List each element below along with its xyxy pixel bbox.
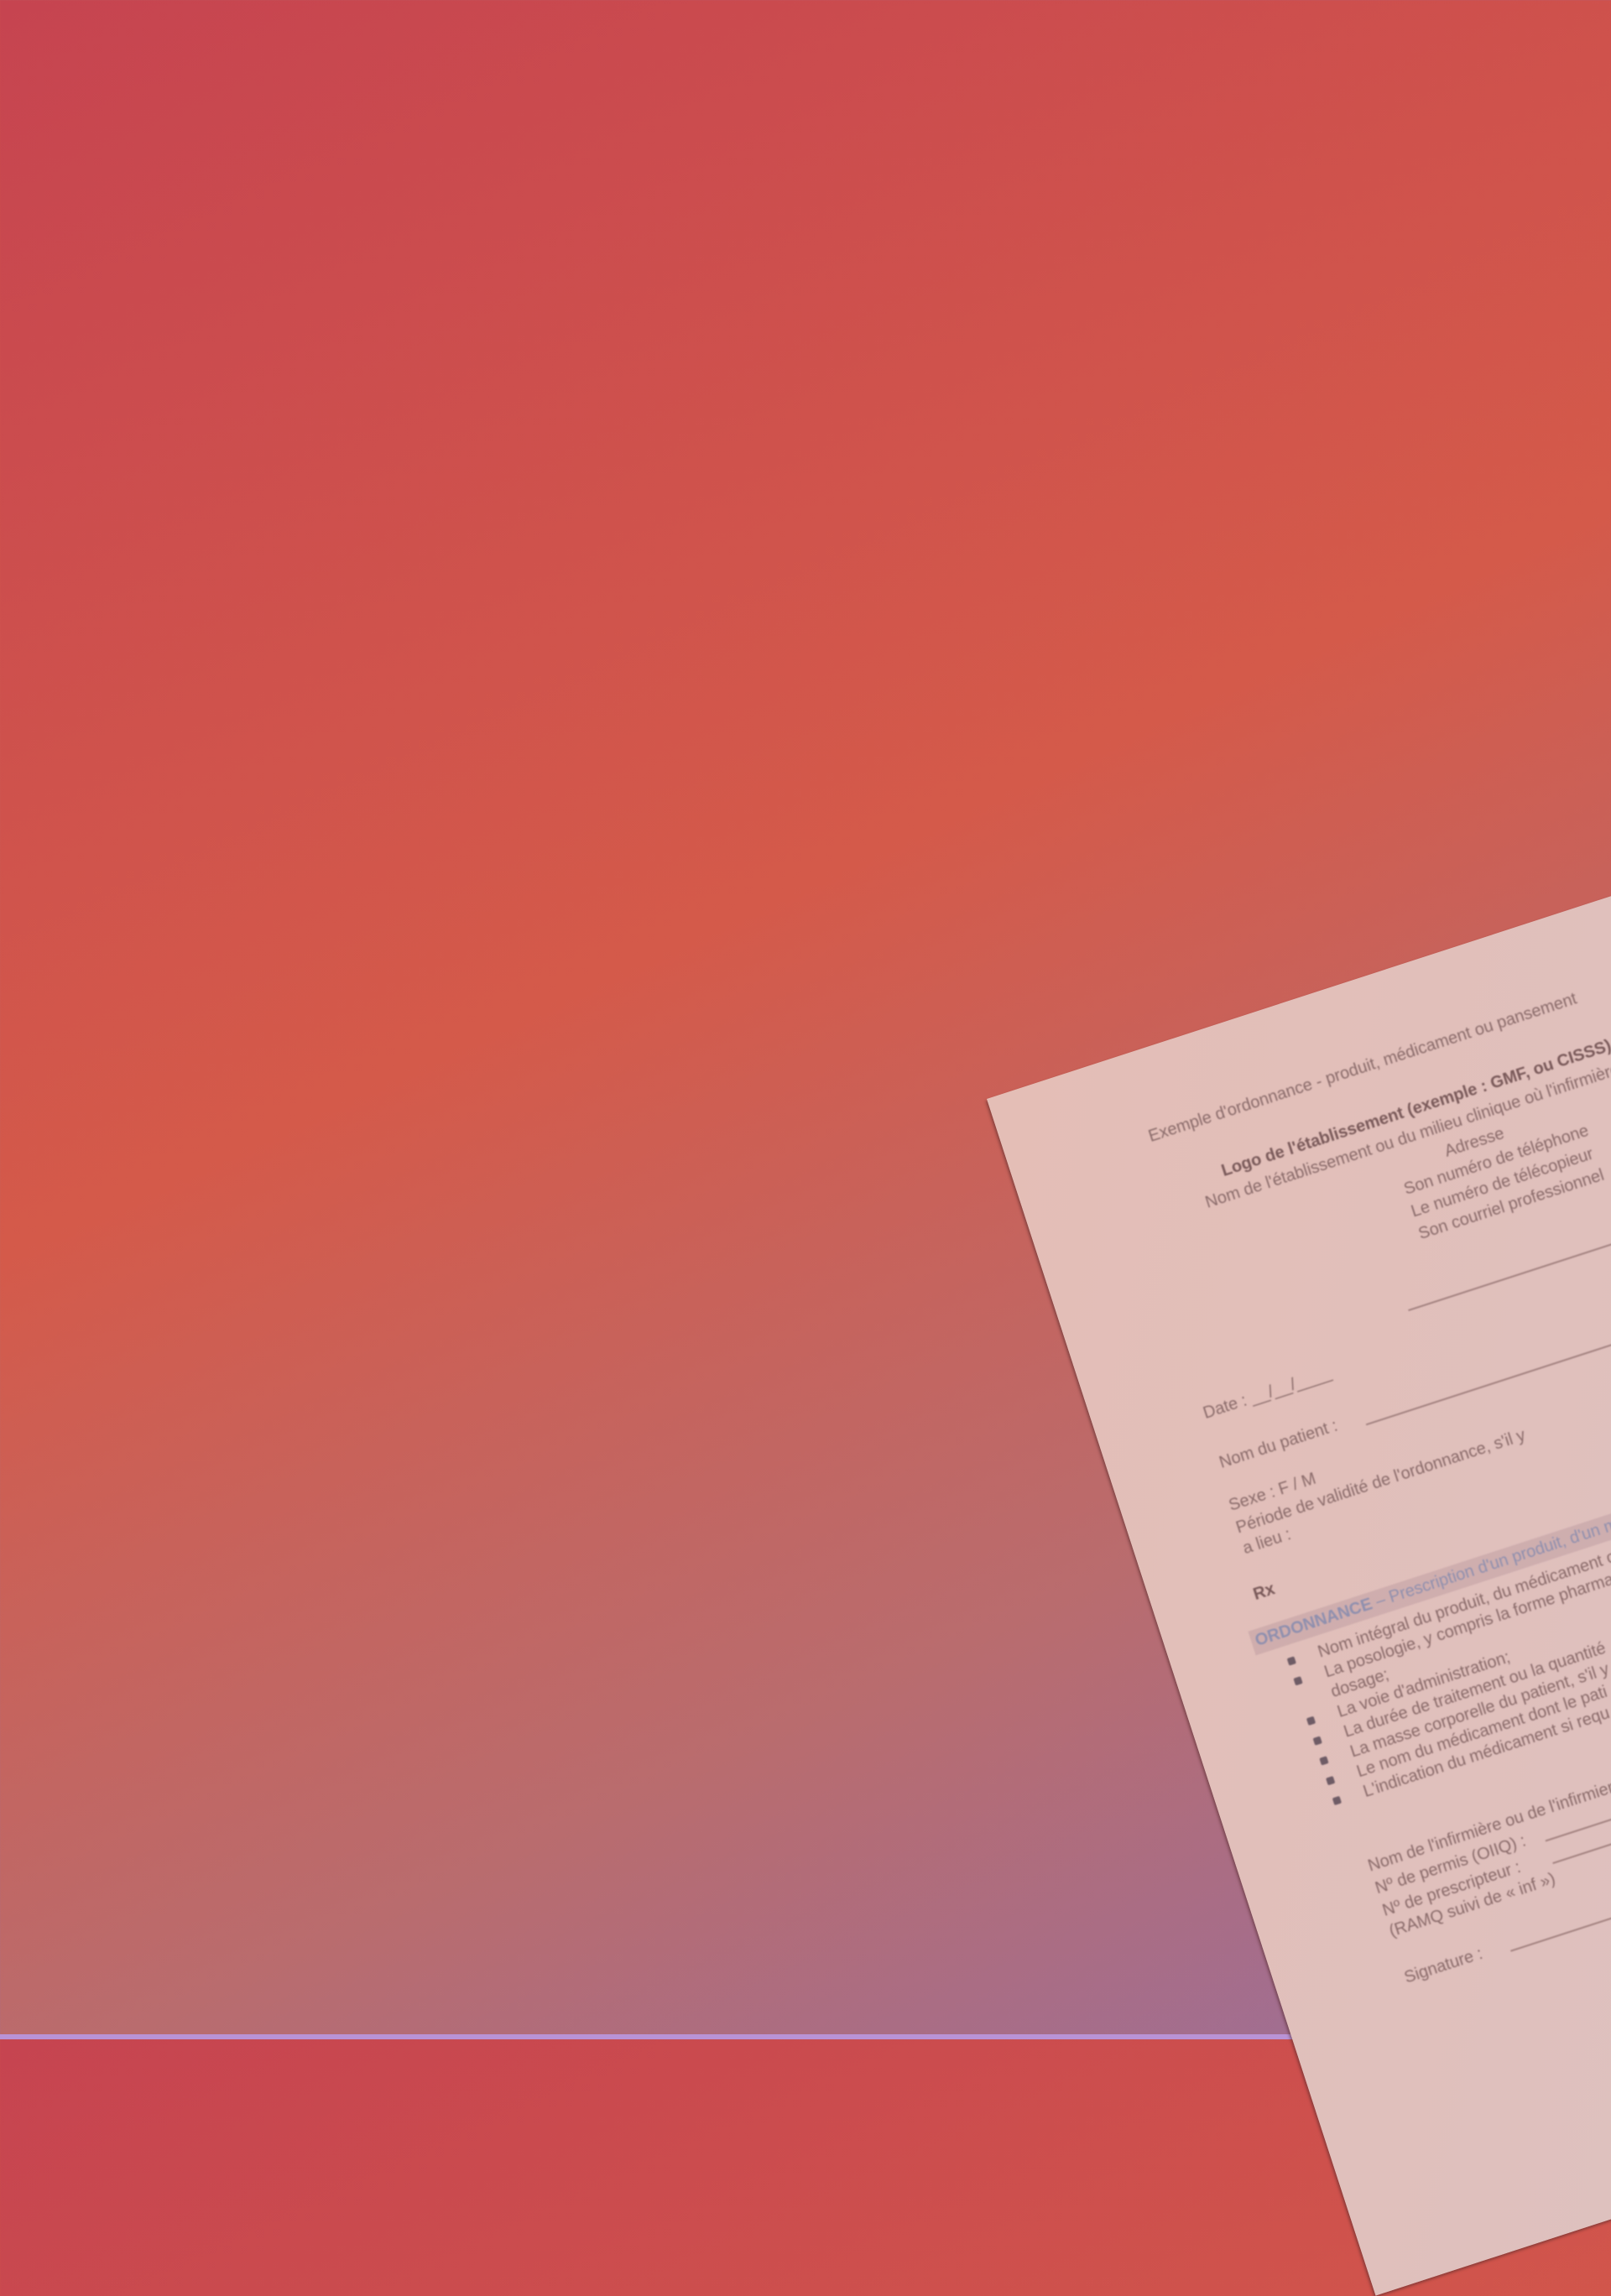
bullet-icon: [1319, 1756, 1329, 1766]
rx-label: Rx: [1250, 1580, 1278, 1605]
prescription-document: Exemple d'ordonnance - produit, médicame…: [987, 762, 1611, 2296]
bullet-icon: [1312, 1736, 1322, 1746]
bullet-icon: [1332, 1795, 1342, 1806]
document-content: Exemple d'ordonnance - produit, médicame…: [987, 762, 1611, 1987]
signature-label: Signature :: [1401, 1944, 1485, 1987]
bullet-icon: [1326, 1776, 1336, 1786]
patient-name-line: [1365, 1278, 1611, 1426]
bullet-icon: [1293, 1676, 1303, 1686]
date-label: Date : __/__/____: [1201, 1363, 1334, 1423]
bullet-icon: [1306, 1715, 1316, 1726]
bullet-icon: [1286, 1656, 1296, 1666]
patient-name-label: Nom du patient :: [1217, 1416, 1340, 1472]
